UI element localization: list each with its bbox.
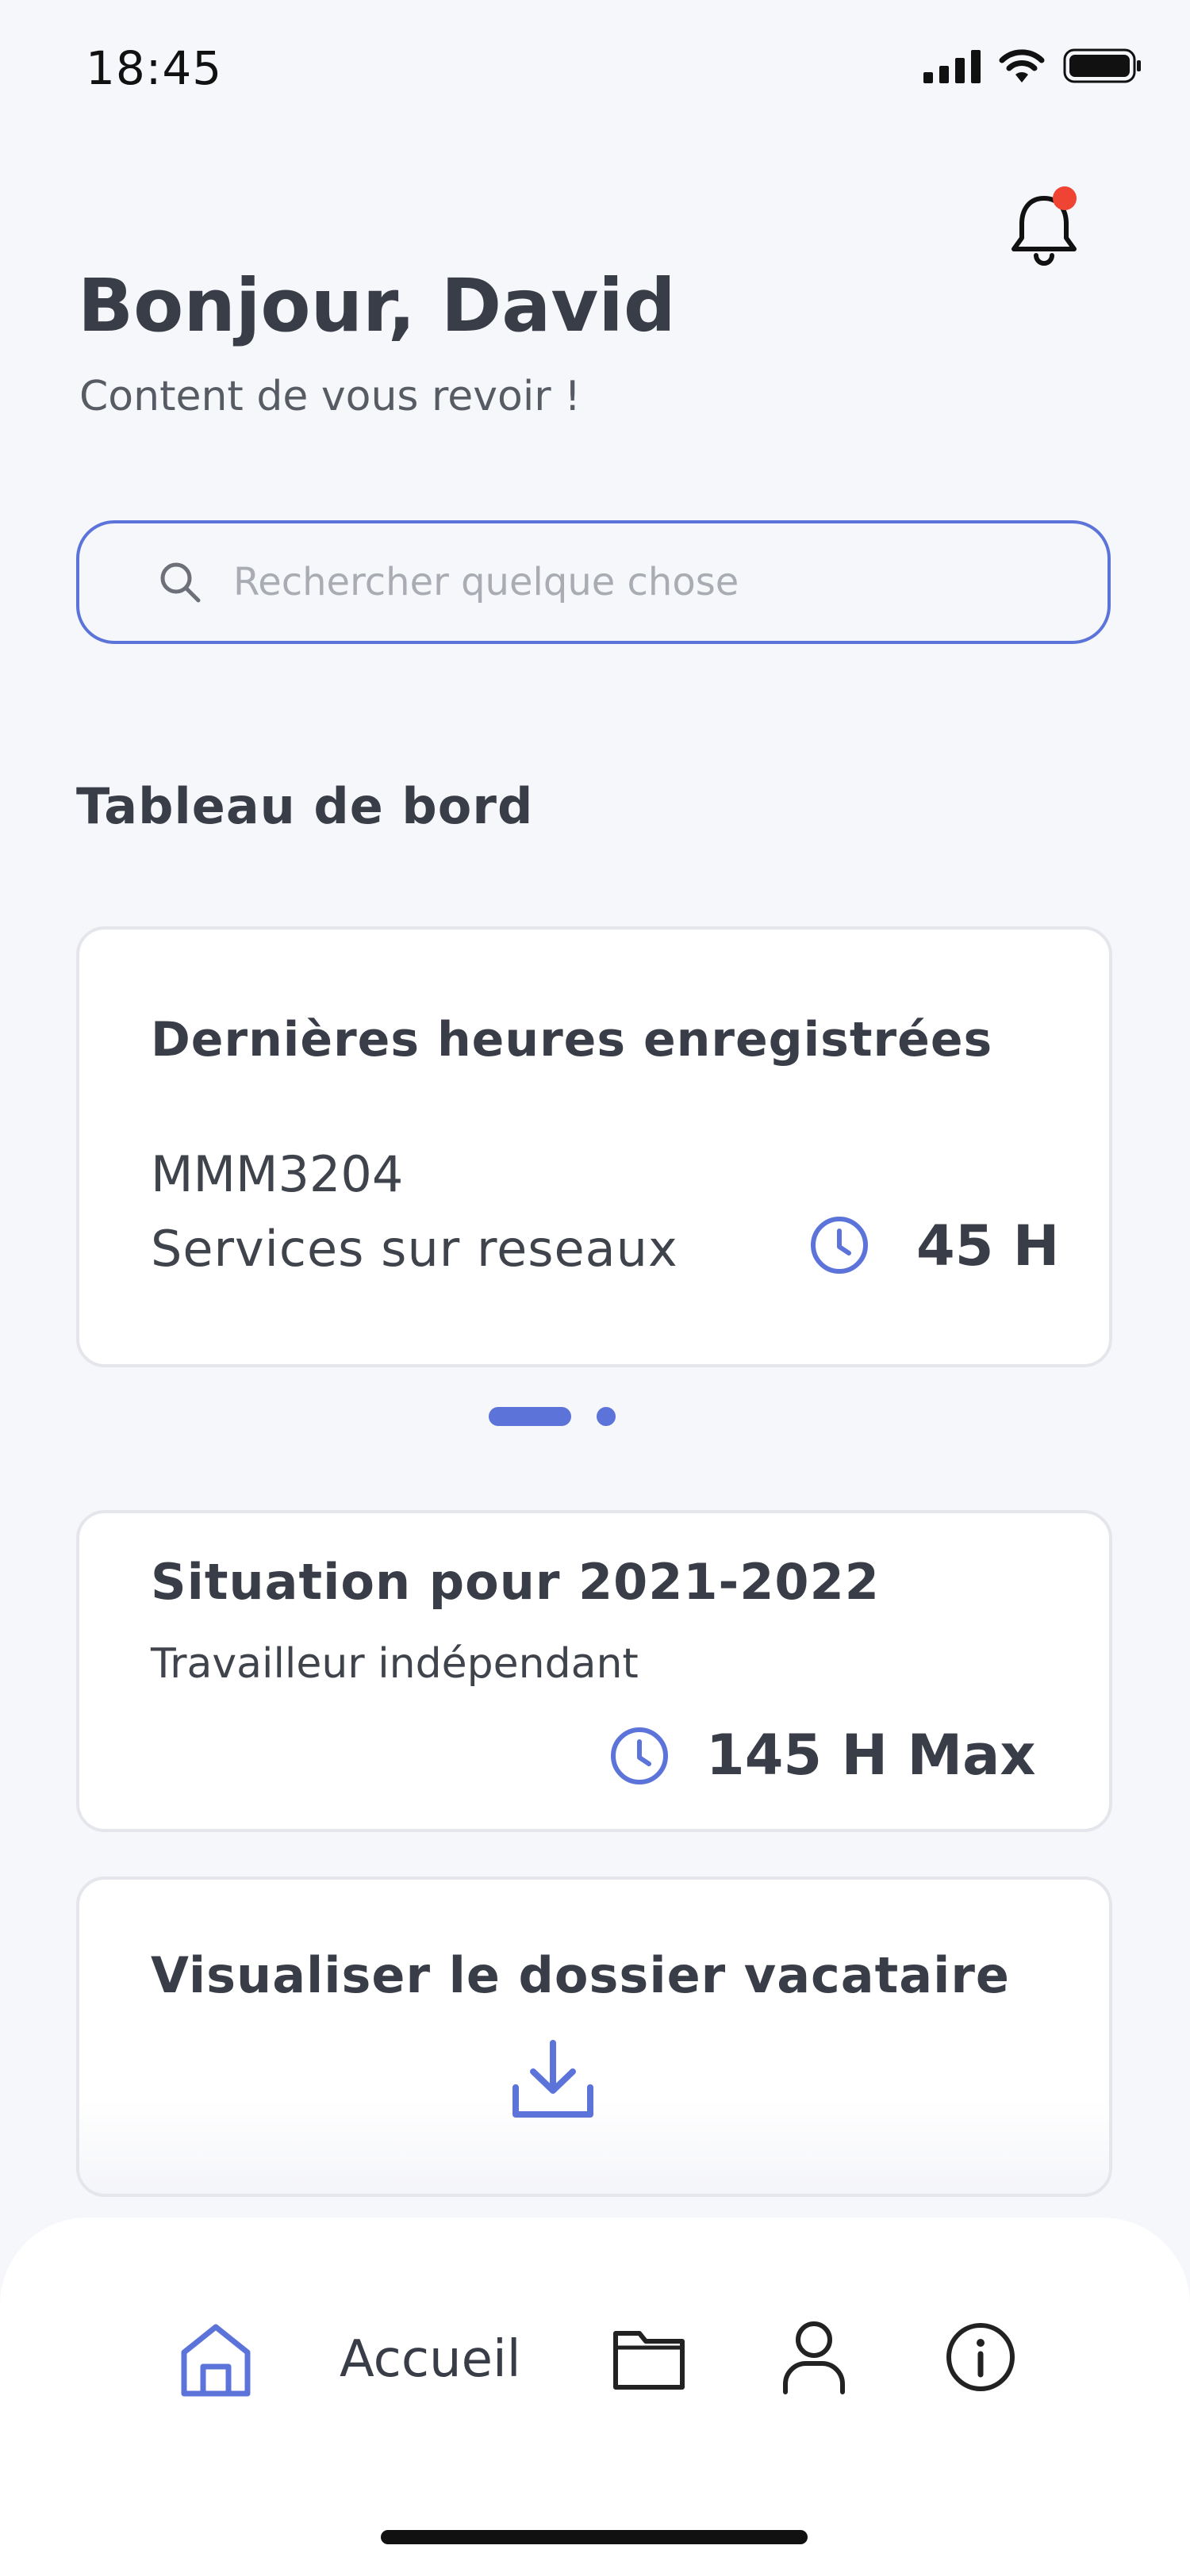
- folder-icon[interactable]: [611, 2321, 687, 2397]
- dashboard-title: Tableau de bord: [76, 777, 534, 835]
- course-code: MMM3204: [151, 1145, 404, 1203]
- notification-bell-icon[interactable]: [1008, 182, 1084, 271]
- last-hours-value: 45 H: [916, 1213, 1060, 1278]
- search-icon: [160, 562, 201, 603]
- carousel-indicator[interactable]: [489, 1407, 616, 1426]
- max-hours-value: 145 H Max: [706, 1723, 1036, 1788]
- info-icon[interactable]: [941, 2317, 1020, 2397]
- situation-title: Situation pour 2021-2022: [151, 1553, 880, 1611]
- course-name: Services sur reseaux: [151, 1220, 678, 1278]
- carousel-dot-active[interactable]: [489, 1407, 571, 1426]
- situation-status: Travailleur indépendant: [151, 1640, 639, 1688]
- clock-icon: [611, 1727, 668, 1784]
- user-icon[interactable]: [776, 2317, 852, 2397]
- cellular-signal-icon: [923, 50, 981, 83]
- home-indicator: [381, 2530, 808, 2544]
- download-icon[interactable]: [509, 2038, 597, 2122]
- search-input[interactable]: Rechercher quelque chose: [76, 520, 1111, 644]
- last-hours-title: Dernières heures enregistrées: [151, 1012, 993, 1068]
- greeting-title: Bonjour, David: [78, 263, 676, 348]
- status-icons: [923, 48, 1142, 84]
- greeting-subtitle: Content de vous revoir !: [79, 373, 582, 420]
- tab-home-label[interactable]: Accueil: [340, 2330, 521, 2389]
- home-icon[interactable]: [176, 2321, 255, 2400]
- wifi-icon: [999, 49, 1045, 82]
- notification-badge: [1053, 186, 1077, 210]
- carousel-dot[interactable]: [597, 1407, 616, 1426]
- search-placeholder: Rechercher quelque chose: [233, 560, 739, 604]
- file-card-title: Visualiser le dossier vacataire: [151, 1946, 1010, 2004]
- status-time: 18:45: [86, 41, 223, 95]
- file-card[interactable]: [76, 1876, 1112, 2197]
- clock-icon: [811, 1217, 868, 1274]
- battery-icon: [1063, 48, 1141, 83]
